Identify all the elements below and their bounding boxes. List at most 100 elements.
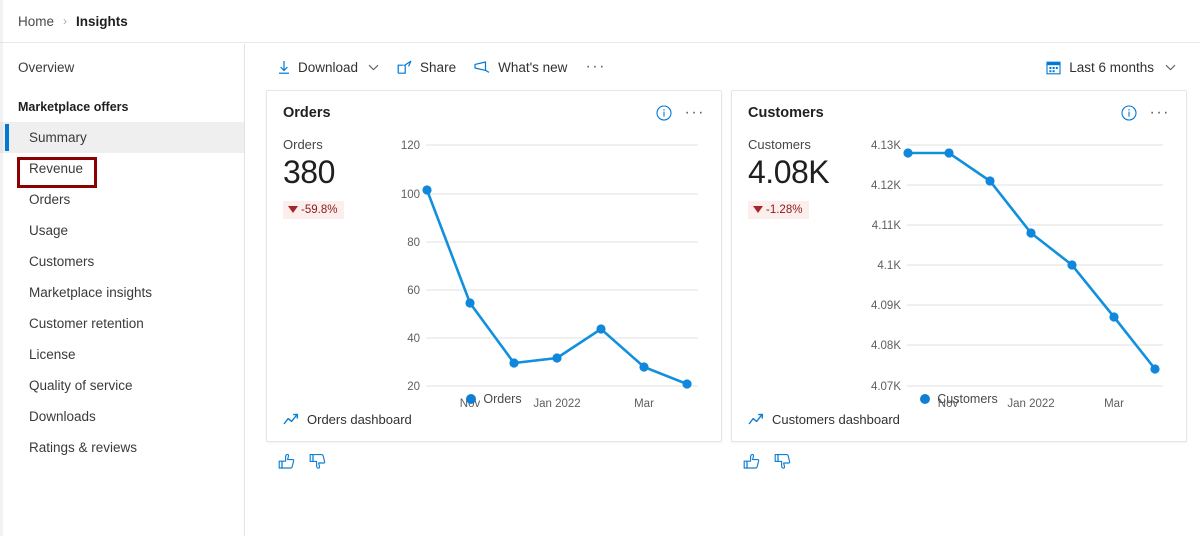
svg-text:4.11K: 4.11K [872,220,902,232]
customers-gridlines [907,144,1163,387]
sidebar-item-label: Quality of service [29,378,133,393]
svg-text:4.12K: 4.12K [871,180,901,192]
sidebar-item-orders[interactable]: Orders [0,184,244,215]
legend-color-dot [920,394,931,404]
sidebar-item-label: Ratings & reviews [29,440,138,455]
sidebar-item-overview[interactable]: Overview [0,52,244,83]
triangle-down-icon [288,206,298,214]
svg-text:4.13K: 4.13K [871,140,901,152]
orders-dashboard-link[interactable]: Orders dashboard [283,412,412,427]
sidebar-item-license[interactable]: License [0,339,244,370]
share-button[interactable]: Share [388,52,465,82]
cards-container: Orders ··· Orders 380 -59.8% 120 100 80 … [246,90,1200,470]
sidebar-item-label: Revenue [29,161,84,176]
sidebar-item-customer-retention[interactable]: Customer retention [0,308,244,339]
customers-card: Customers ··· Customers 4.08K -1.28% 4.1… [731,90,1187,442]
orders-card: Orders ··· Orders 380 -59.8% 120 100 80 … [266,90,722,442]
info-circle-icon[interactable] [655,105,672,121]
customers-delta-badge: -1.28% [748,200,810,219]
customers-chart: 4.13K 4.12K 4.11K 4.1K 4.09K 4.08K 4.07K [855,137,1170,407]
customers-kpi-value: 4.08K [748,154,830,190]
orders-y-axis-labels: 120 100 80 60 40 20 [401,140,420,393]
orders-card-title: Orders [283,105,331,121]
sidebar-item-quality-of-service[interactable]: Quality of service [0,370,244,401]
edge-artifact [0,0,3,536]
download-label: Download [298,59,359,75]
sidebar-group-marketplace-offers: Marketplace offers [0,92,244,122]
triangle-down-icon [753,206,763,214]
orders-card-wrapper: Orders ··· Orders 380 -59.8% 120 100 80 … [266,90,722,470]
orders-kpi-label: Orders [283,137,323,152]
sidebar-item-label: Usage [29,223,69,238]
info-circle-icon[interactable] [1120,105,1137,121]
chevron-down-icon [368,64,379,71]
orders-chart: 120 100 80 60 40 20 Nov Jan 2022 [390,137,705,407]
orders-legend: Orders [267,392,721,406]
sidebar-item-label: Overview [18,60,75,75]
share-label: Share [420,59,457,75]
orders-kpi-value: 380 [283,154,335,190]
thumbs-up-icon[interactable] [278,453,295,470]
thumbs-up-icon[interactable] [743,453,760,470]
customers-delta-value: -1.28% [766,203,803,216]
customers-y-axis-labels: 4.13K 4.12K 4.11K 4.1K 4.09K 4.08K 4.07K [871,140,901,393]
customers-dashboard-link[interactable]: Customers dashboard [748,412,900,427]
customers-card-body: Customers 4.08K -1.28% 4.13K 4.12K 4.11K… [748,137,1170,407]
customers-kpi-label: Customers [748,137,811,152]
megaphone-icon [474,60,491,74]
orders-legend-label: Orders [483,392,522,406]
toolbar: Download Share What's new ··· Last 6 mon… [246,44,1200,90]
orders-kpi: Orders 380 -59.8% [283,137,390,407]
svg-text:40: 40 [407,333,420,345]
sidebar-item-ratings-reviews[interactable]: Ratings & reviews [0,432,244,463]
orders-card-header: Orders ··· [283,105,705,122]
breadcrumb-home[interactable]: Home [18,14,54,29]
thumbs-down-icon[interactable] [774,453,791,470]
svg-text:4.1K: 4.1K [877,260,901,272]
customers-card-header: Customers ··· [748,105,1170,122]
svg-text:4.08K: 4.08K [871,340,901,352]
sidebar-item-usage[interactable]: Usage [0,215,244,246]
orders-card-more-button[interactable]: ··· [685,105,705,121]
orders-delta-value: -59.8% [301,203,338,216]
customers-card-more-button[interactable]: ··· [1150,105,1170,121]
sidebar-item-label: Marketplace insights [29,285,153,300]
download-button[interactable]: Download [268,52,388,82]
customers-line-chart-svg: 4.13K 4.12K 4.11K 4.1K 4.09K 4.08K 4.07K [871,140,1163,407]
orders-dashboard-label: Orders dashboard [307,412,412,427]
customers-card-title: Customers [748,105,824,121]
sidebar-item-label: License [29,347,76,362]
chevron-down-icon [1165,64,1176,71]
whats-new-label: What's new [498,59,568,75]
svg-text:60: 60 [407,285,420,297]
svg-text:120: 120 [401,140,420,152]
breadcrumb-separator-icon: › [63,14,68,28]
orders-gridlines [426,144,698,387]
sidebar-group-label: Marketplace offers [18,100,129,114]
customers-feedback [731,442,1187,470]
customers-kpi: Customers 4.08K -1.28% [748,137,855,407]
svg-text:80: 80 [407,237,420,249]
calendar-icon [1046,60,1061,75]
orders-line-chart-svg: 120 100 80 60 40 20 Nov Jan 2022 [401,140,698,407]
whats-new-button[interactable]: What's new [465,52,576,82]
svg-text:100: 100 [401,189,420,201]
insights-page: Home › Insights Overview Marketplace off… [0,0,1200,536]
sidebar-item-downloads[interactable]: Downloads [0,401,244,432]
sidebar-item-customers[interactable]: Customers [0,246,244,277]
sidebar-item-label: Customer retention [29,316,144,331]
orders-feedback [266,442,722,470]
main-content: Download Share What's new ··· Last 6 mon… [246,44,1200,536]
share-icon [397,60,413,75]
sidebar-item-label: Summary [29,130,87,145]
sidebar-item-revenue[interactable]: Revenue [0,153,244,184]
toolbar-more-button[interactable]: ··· [576,59,614,75]
customers-dashboard-label: Customers dashboard [772,412,900,427]
thumbs-down-icon[interactable] [309,453,326,470]
download-arrow-icon [277,60,291,75]
date-range-picker[interactable]: Last 6 months [1036,52,1186,82]
trend-line-icon [283,413,299,426]
svg-text:4.09K: 4.09K [871,300,901,312]
sidebar-item-summary[interactable]: Summary [0,122,244,153]
sidebar-item-marketplace-insights[interactable]: Marketplace insights [0,277,244,308]
